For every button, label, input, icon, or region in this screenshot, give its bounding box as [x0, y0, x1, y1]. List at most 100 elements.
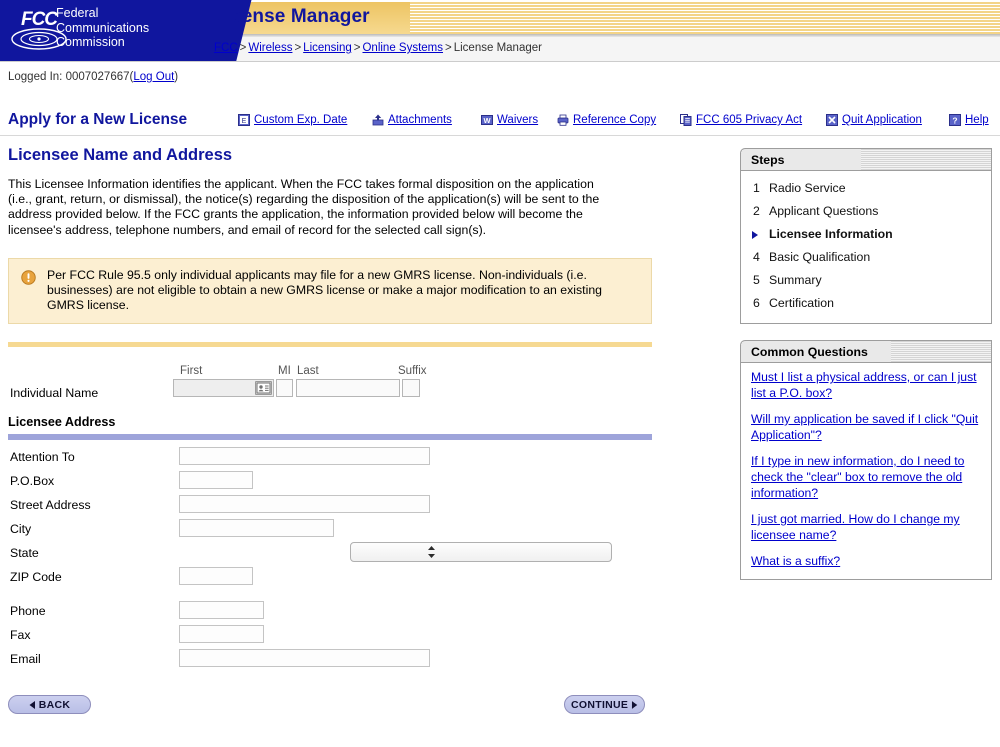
step-number: 5 [753, 273, 760, 287]
fax-input[interactable] [179, 625, 264, 644]
application-toolbar: Apply for a New License E Custom Exp. Da… [0, 108, 1000, 136]
toolbar-link-attachments[interactable]: Attachments [388, 114, 452, 126]
email-label: Email [10, 652, 41, 667]
sidebar-step-certification[interactable]: 6 Certification [751, 292, 981, 315]
breadcrumb: FCC > Wireless > Licensing > Online Systems > Li… [214, 42, 542, 54]
toolbar-link-quit-application[interactable]: Quit Application [842, 114, 922, 126]
suffix-input[interactable] [402, 379, 420, 398]
phone-input[interactable] [179, 601, 264, 620]
toolbar-item-waivers[interactable]: W Waivers [481, 114, 538, 126]
arrow-right-icon [632, 700, 638, 709]
breadcrumb-link-wireless[interactable]: Wireless [248, 42, 292, 54]
sidebar-step-basic-qualification[interactable]: 4 Basic Qualification [751, 246, 981, 269]
address-heading: Licensee Address [8, 415, 116, 430]
step-label: Basic Qualification [769, 250, 871, 264]
form-row-city: City [8, 518, 656, 542]
attention-to-label: Attention To [10, 450, 75, 465]
paren-close: ) [174, 71, 179, 83]
step-label: Certification [769, 296, 834, 310]
address-card-icon [256, 382, 271, 394]
toolbar-item-fcc-605-privacy-act[interactable]: FCC 605 Privacy Act [680, 114, 802, 126]
intro-paragraph: This Licensee Information identifies the… [8, 177, 600, 237]
toolbar-item-help[interactable]: ? Help [949, 114, 989, 126]
toolbar-item-attachments[interactable]: Attachments [372, 114, 452, 126]
form-row-state: State [8, 542, 656, 566]
sidebar-step-applicant-questions[interactable]: 2 Applicant Questions [751, 200, 981, 223]
close-box-icon [826, 114, 838, 126]
state-label: State [10, 546, 39, 561]
email-input[interactable] [179, 649, 430, 668]
question-link-what-is-a-suffix[interactable]: What is a suffix? [751, 553, 981, 569]
toolbar-link-custom-exp-date[interactable]: Custom Exp. Date [254, 114, 347, 126]
form-row-phone: Phone [8, 600, 656, 624]
form-spacer [8, 590, 656, 600]
individual-name-group: Individual Name First MI Last Suffix [8, 365, 656, 407]
sidebar: Steps 1 Radio Service 2 Applicant Questi… [740, 148, 992, 580]
step-number: 4 [753, 250, 760, 264]
question-link-clear-box[interactable]: If I type in new information, do I need … [751, 453, 981, 501]
last-name-label: Last [297, 365, 319, 378]
po-box-input[interactable] [179, 471, 253, 490]
warning-banner: Per FCC Rule 95.5 only individual applic… [8, 257, 652, 325]
toolbar-divider [0, 135, 1000, 136]
toolbar-item-reference-copy[interactable]: Reference Copy [557, 114, 656, 126]
breadcrumb-link-online-systems[interactable]: Online Systems [362, 42, 443, 54]
state-select-wrapper [179, 542, 612, 563]
sidebar-step-summary[interactable]: 5 Summary [751, 269, 981, 292]
middle-initial-input[interactable] [276, 379, 293, 398]
question-link-change-licensee-name[interactable]: I just got married. How do I change my l… [751, 511, 981, 543]
continue-button-label: CONTINUE [571, 698, 629, 711]
first-name-label: First [180, 365, 203, 378]
arrow-left-icon [29, 700, 35, 709]
individual-name-label: Individual Name [10, 386, 99, 401]
common-questions-panel: Common Questions Must I list a physical … [740, 340, 992, 580]
form-row-zip-code: ZIP Code [8, 566, 656, 590]
breadcrumb-separator: > [445, 42, 452, 54]
svg-text:?: ? [952, 115, 957, 125]
contact-picker-icon[interactable] [255, 381, 272, 396]
steps-panel-header: Steps [740, 148, 992, 171]
common-questions-body: Must I list a physical address, or can I… [740, 363, 992, 580]
suffix-label: Suffix [398, 365, 427, 378]
toolbar-link-reference-copy[interactable]: Reference Copy [573, 114, 656, 126]
page-banner-title: License Manager [214, 6, 370, 27]
last-name-input[interactable] [296, 379, 400, 398]
sidebar-step-radio-service[interactable]: 1 Radio Service [751, 177, 981, 200]
common-questions-title: Common Questions [751, 345, 868, 359]
step-label: Radio Service [769, 181, 846, 195]
step-label: Licensee Information [769, 227, 893, 241]
attention-to-input[interactable] [179, 447, 430, 466]
breadcrumb-link-fcc[interactable]: FCC [214, 42, 238, 54]
logout-link[interactable]: Log Out [133, 71, 174, 83]
back-button[interactable]: BACK [8, 695, 91, 714]
toolbar-link-waivers[interactable]: Waivers [497, 114, 538, 126]
page-title: Apply for a New License [8, 111, 188, 128]
section-title: Licensee Name and Address [8, 146, 233, 164]
logged-in-label: Logged In: [8, 71, 66, 83]
breadcrumb-link-licensing[interactable]: Licensing [303, 42, 352, 54]
city-input[interactable] [179, 519, 334, 538]
state-select[interactable] [350, 542, 612, 563]
fcc-agency-name: Federal Communications Commission [56, 6, 150, 50]
address-divider-bar [8, 434, 652, 441]
logged-in-user-id: 0007027667 [65, 71, 130, 83]
sidebar-step-licensee-information[interactable]: Licensee Information [751, 223, 981, 246]
street-address-input[interactable] [179, 495, 430, 514]
svg-text:E: E [242, 118, 247, 125]
step-label: Summary [769, 273, 822, 287]
toolbar-link-help[interactable]: Help [965, 114, 989, 126]
toolbar-item-quit-application[interactable]: Quit Application [826, 114, 922, 126]
warning-icon [21, 270, 36, 285]
question-link-saved-on-quit[interactable]: Will my application be saved if I click … [751, 411, 981, 443]
section-divider-gold [8, 342, 652, 348]
toolbar-link-fcc-605-privacy-act[interactable]: FCC 605 Privacy Act [696, 114, 802, 126]
main-content: Licensee Name and Address This Licensee … [8, 146, 656, 672]
question-link-physical-address[interactable]: Must I list a physical address, or can I… [751, 369, 981, 401]
toolbar-item-custom-exp-date[interactable]: E Custom Exp. Date [238, 114, 347, 126]
step-label: Applicant Questions [769, 204, 879, 218]
masthead: FCC Federal Communications Commission Li… [0, 0, 1000, 62]
warning-text: Per FCC Rule 95.5 only individual applic… [47, 267, 603, 313]
continue-button[interactable]: CONTINUE [564, 695, 645, 714]
city-label: City [10, 522, 32, 537]
zip-code-input[interactable] [179, 567, 253, 586]
